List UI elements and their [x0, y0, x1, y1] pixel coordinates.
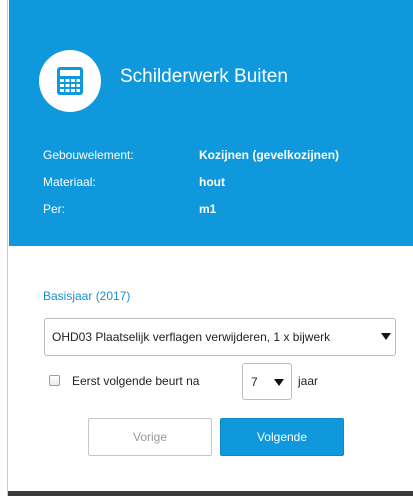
- info-label-materiaal: Materiaal:: [43, 175, 96, 189]
- frame-bottom-border: [8, 491, 413, 496]
- chevron-down-icon: [274, 379, 284, 386]
- info-value-materiaal: hout: [199, 175, 225, 189]
- header-panel: Schilderwerk Buiten Gebouwelement: Kozij…: [9, 0, 413, 246]
- info-label-gebouwelement: Gebouwelement:: [43, 148, 134, 162]
- app-icon-badge: [39, 50, 101, 112]
- basisjaar-label: Basisjaar (2017): [43, 289, 131, 303]
- chevron-down-icon: [381, 333, 391, 340]
- frame-left-border: [0, 0, 8, 496]
- next-button[interactable]: Volgende: [220, 418, 344, 456]
- info-value-per: m1: [199, 202, 217, 216]
- info-label-per: Per:: [43, 202, 66, 216]
- info-value-gebouwelement: Kozijnen (gevelkozijnen): [199, 148, 340, 162]
- years-unit-label: jaar: [298, 374, 319, 388]
- years-select[interactable]: 7: [242, 363, 292, 400]
- activity-select[interactable]: OHD03 Plaatselijk verflagen verwijderen,…: [44, 318, 396, 356]
- years-select-value: 7: [251, 375, 258, 389]
- activity-select-value: OHD03 Plaatselijk verflagen verwijderen,…: [52, 330, 331, 344]
- page-title: Schilderwerk Buiten: [120, 66, 288, 87]
- previous-button[interactable]: Vorige: [88, 418, 212, 456]
- next-service-checkbox-label[interactable]: Eerst volgende beurt na: [72, 374, 199, 388]
- calculator-icon: [57, 67, 83, 95]
- dialog-frame: Schilderwerk Buiten Gebouwelement: Kozij…: [0, 0, 413, 496]
- next-service-checkbox[interactable]: [49, 375, 60, 386]
